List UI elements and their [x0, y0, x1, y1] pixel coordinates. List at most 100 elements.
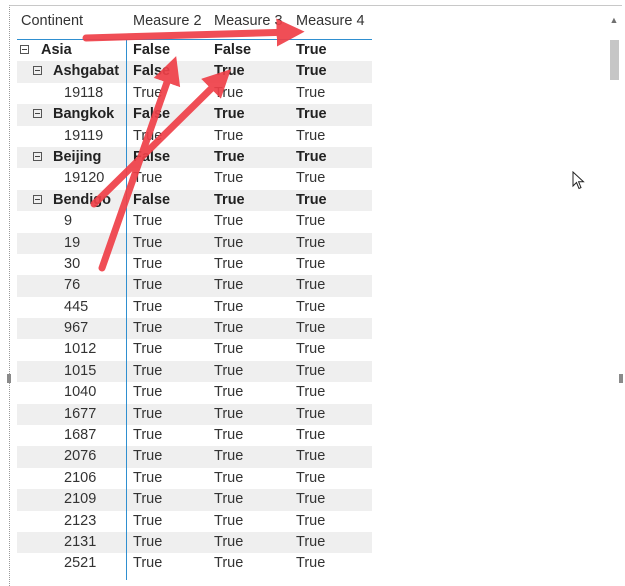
- cell-measure-4: True: [296, 491, 326, 508]
- cell-measure-4: True: [296, 533, 326, 550]
- cell-measure-2: False: [133, 63, 171, 80]
- row-label: Asia: [41, 42, 72, 58]
- row-label: 1677: [64, 405, 97, 422]
- cell-measure-4: True: [296, 277, 326, 294]
- cell-measure-2: True: [133, 234, 163, 251]
- cell-measure-3: True: [214, 234, 244, 251]
- cell-measure-3: True: [214, 320, 244, 337]
- table-row: 19 True True True: [17, 232, 372, 254]
- column-header-continent[interactable]: Continent: [21, 13, 83, 29]
- collapse-icon[interactable]: [20, 45, 29, 54]
- cell-measure-3: True: [214, 491, 244, 508]
- cell-measure-4: True: [296, 255, 326, 272]
- cell-measure-3: True: [214, 555, 244, 572]
- cell-measure-4: True: [296, 555, 326, 572]
- table-row: 19119 True True True: [17, 126, 372, 147]
- table-row: 76 True True True: [17, 275, 372, 297]
- table-row: 2521 True True True: [17, 553, 372, 574]
- resize-handle-left[interactable]: [7, 374, 11, 383]
- cell-measure-3: True: [214, 84, 244, 101]
- cell-measure-3: True: [214, 127, 244, 144]
- collapse-icon[interactable]: [33, 66, 42, 76]
- row-label: Bendigo: [53, 191, 111, 208]
- cell-measure-2: True: [133, 341, 163, 358]
- collapse-icon[interactable]: [33, 194, 42, 204]
- table-row: 2109 True True True: [17, 489, 372, 511]
- row-label: 19120: [64, 170, 105, 187]
- table-row: 30 True True True: [17, 254, 372, 275]
- cell-measure-3: True: [214, 277, 244, 294]
- cell-measure-3: True: [214, 341, 244, 358]
- column-header-measure-4[interactable]: Measure 4: [296, 13, 365, 29]
- scroll-up-arrow-icon[interactable]: ▲: [608, 14, 620, 26]
- row-label: 967: [64, 320, 89, 337]
- resize-handle-right[interactable]: [619, 374, 623, 383]
- cell-measure-2: True: [133, 491, 163, 508]
- cell-measure-3: True: [214, 148, 245, 165]
- row-label: 30: [64, 255, 81, 272]
- table-row: 19118 True True True: [17, 83, 372, 104]
- table-row: 19120 True True True: [17, 168, 372, 189]
- cell-measure-2: False: [133, 191, 171, 208]
- cell-measure-4: True: [296, 170, 326, 187]
- table-row: 1012 True True True: [17, 339, 372, 360]
- row-label: 2123: [64, 512, 97, 529]
- cell-measure-4: True: [296, 84, 326, 101]
- cell-measure-2: True: [133, 170, 163, 187]
- collapse-icon[interactable]: [33, 109, 42, 119]
- mouse-pointer-icon: [572, 171, 585, 190]
- table-row: Ashgabat False True True: [17, 61, 372, 83]
- row-label: 9: [64, 213, 73, 230]
- row-label: 2131: [64, 533, 97, 550]
- cell-measure-3: True: [214, 191, 245, 208]
- cell-measure-4: True: [296, 127, 326, 144]
- column-header-measure-3[interactable]: Measure 3: [214, 13, 283, 29]
- cell-measure-2: True: [133, 384, 163, 401]
- cell-measure-2: False: [133, 106, 171, 123]
- matrix-table: Continent Measure 2 Measure 3 Measure 4 …: [17, 8, 372, 575]
- cell-measure-3: True: [214, 533, 244, 550]
- cell-measure-3: True: [214, 63, 245, 80]
- cell-measure-3: True: [214, 362, 244, 379]
- cell-measure-2: True: [133, 84, 163, 101]
- table-row: 2106 True True True: [17, 468, 372, 489]
- table-row: 1677 True True True: [17, 403, 372, 426]
- cell-measure-3: True: [214, 255, 244, 272]
- row-label: 2109: [64, 491, 97, 508]
- row-label: 445: [64, 298, 89, 315]
- cell-measure-2: True: [133, 127, 163, 144]
- scrollbar-thumb[interactable]: [610, 40, 619, 80]
- cell-measure-2: True: [133, 512, 163, 529]
- cell-measure-3: True: [214, 469, 244, 486]
- row-label: 1012: [64, 341, 97, 358]
- cell-measure-4: True: [296, 106, 327, 123]
- table-row: 2076 True True True: [17, 446, 372, 468]
- cell-measure-4: True: [296, 63, 327, 80]
- cell-measure-3: True: [214, 298, 244, 315]
- cell-measure-2: False: [133, 42, 171, 58]
- column-header-row: Continent Measure 2 Measure 3 Measure 4: [17, 8, 372, 40]
- cell-measure-4: True: [296, 405, 326, 422]
- cell-measure-3: True: [214, 106, 245, 123]
- row-label: 19118: [64, 84, 104, 101]
- row-label: 1687: [64, 427, 97, 444]
- cell-measure-3: True: [214, 512, 244, 529]
- row-label: Beijing: [53, 148, 102, 165]
- cell-measure-3: True: [214, 170, 244, 187]
- table-row: 445 True True True: [17, 297, 372, 318]
- cell-measure-4: True: [296, 191, 327, 208]
- cell-measure-3: True: [214, 427, 244, 444]
- cell-measure-2: True: [133, 277, 163, 294]
- row-label: 2521: [64, 555, 97, 572]
- cell-measure-4: True: [296, 341, 326, 358]
- cell-measure-4: True: [296, 234, 326, 251]
- table-row: 2123 True True True: [17, 511, 372, 532]
- table-row: 2131 True True True: [17, 531, 372, 554]
- row-label: 1015: [64, 362, 97, 379]
- cell-measure-2: True: [133, 298, 163, 315]
- row-label: 1040: [64, 384, 97, 401]
- column-header-measure-2[interactable]: Measure 2: [133, 13, 202, 29]
- cell-measure-2: True: [133, 255, 163, 272]
- cell-measure-3: False: [214, 42, 252, 58]
- collapse-icon[interactable]: [33, 151, 42, 161]
